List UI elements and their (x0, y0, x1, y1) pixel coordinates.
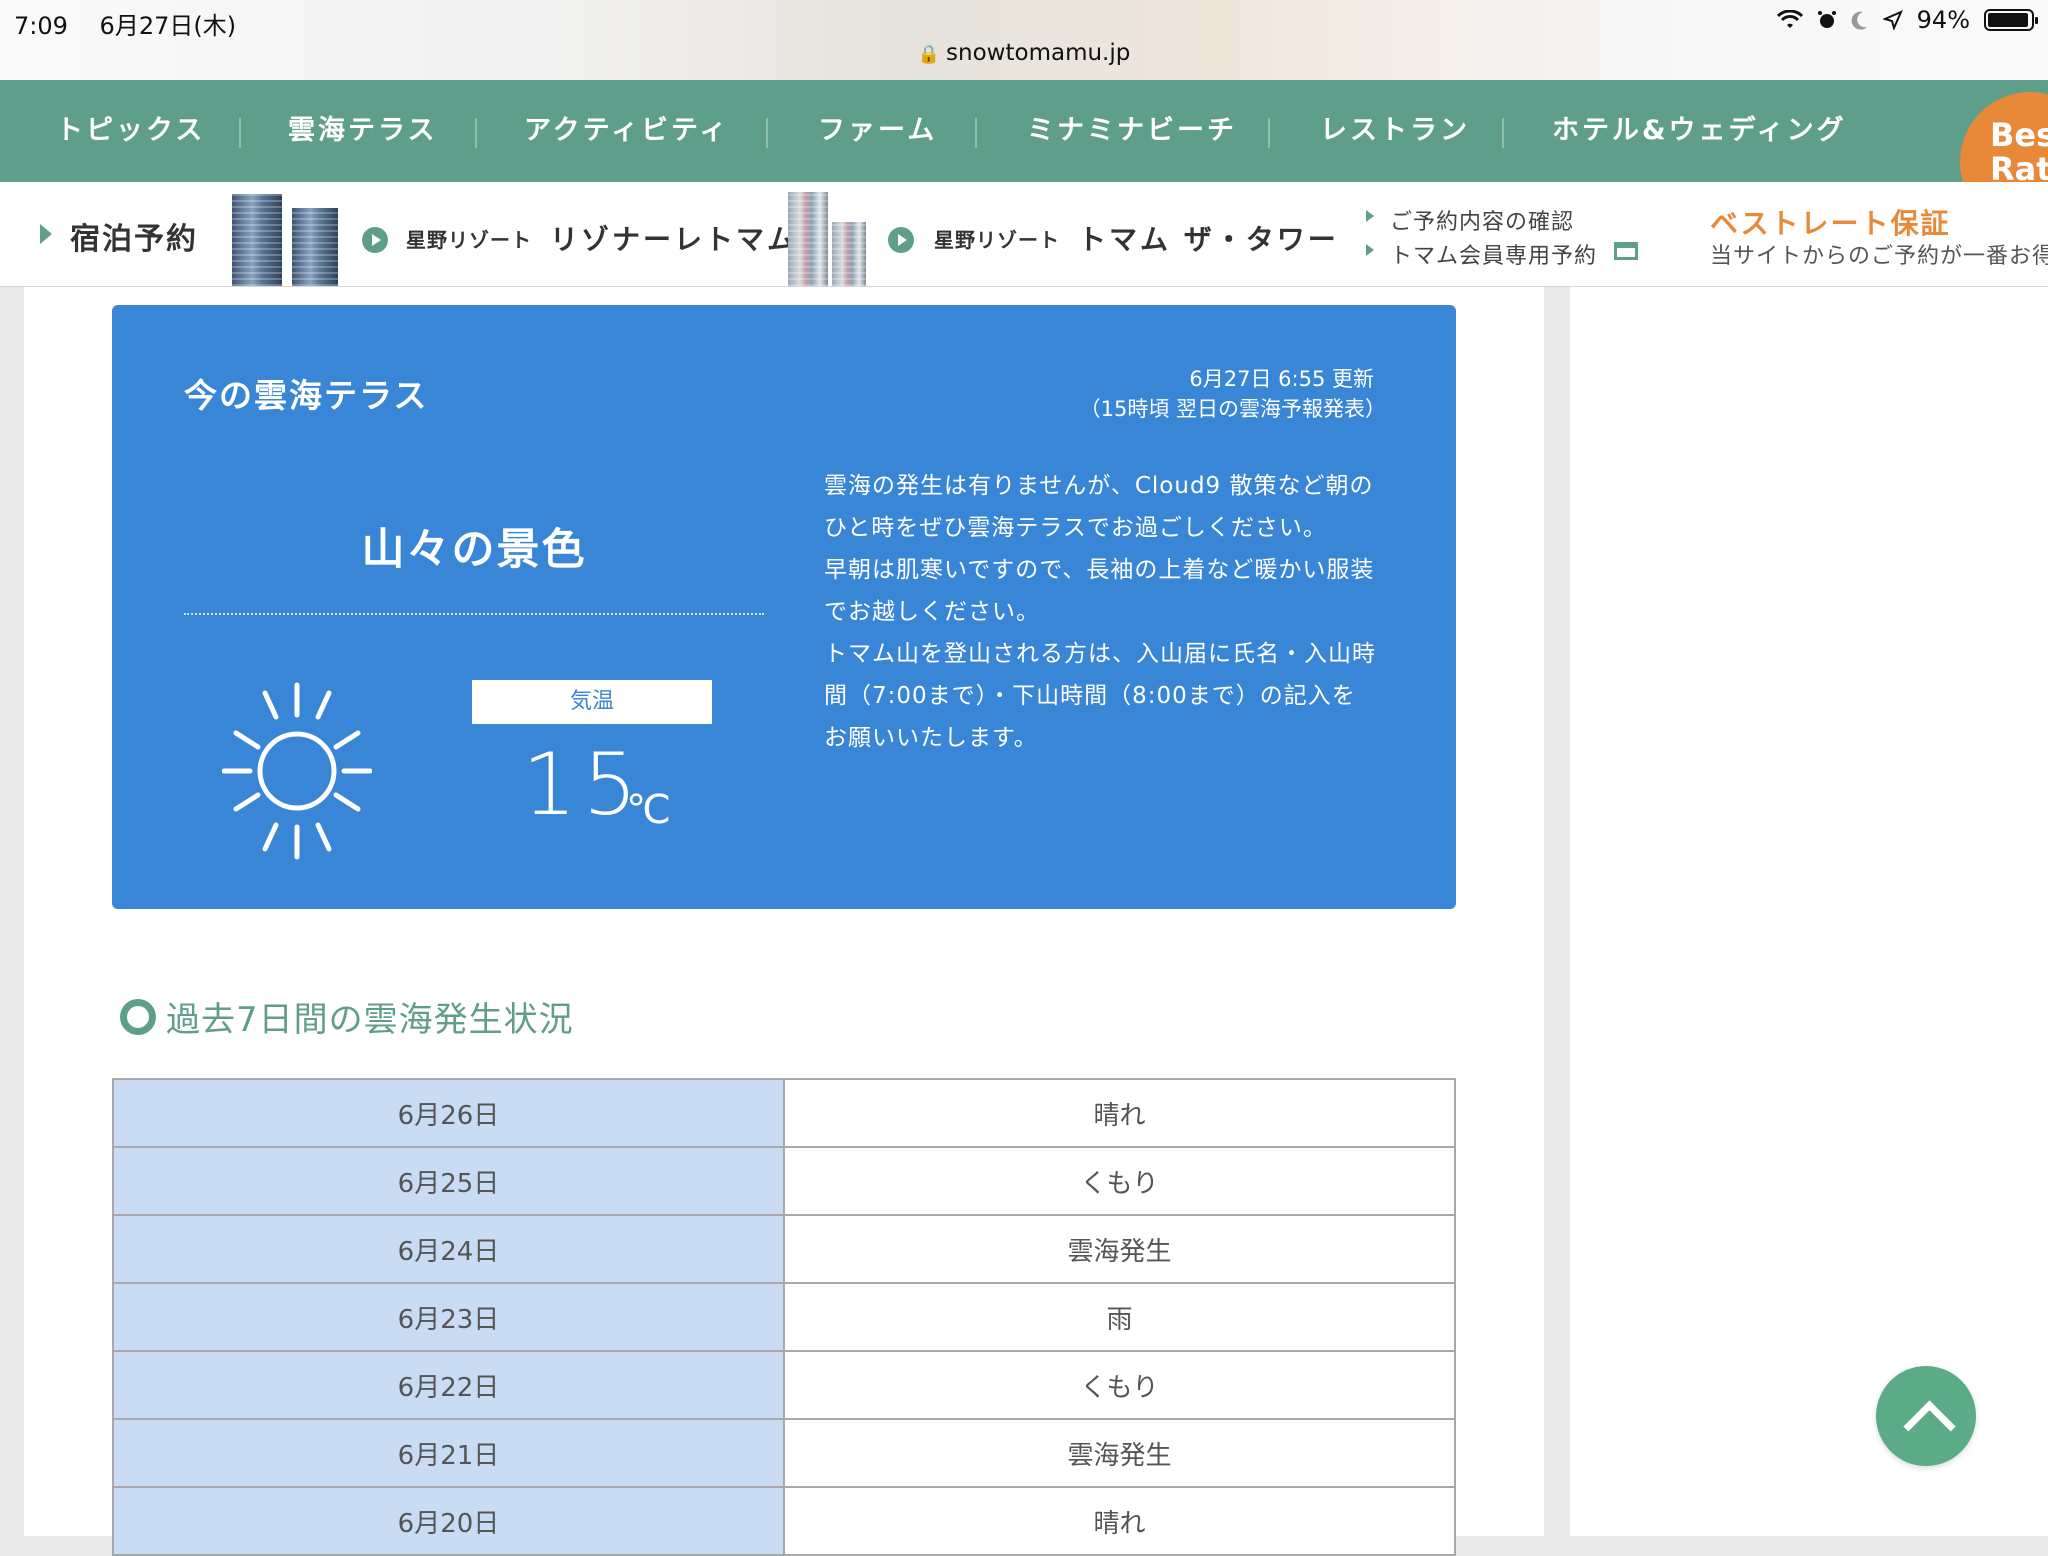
play-icon (362, 227, 388, 253)
sun-icon (222, 682, 372, 860)
best-rate-sub: 当サイトからのご予約が一番お得で (1710, 244, 2048, 269)
weather-description: 雲海の発生は有りませんが、Cloud9 散策など朝の ひと時をぜひ雲海テラスでお… (824, 473, 1376, 751)
best-rate-title[interactable]: ベストレート保証 (1710, 202, 1951, 242)
weather-updated: 6月27日 6:55 更新 (1189, 367, 1374, 391)
booking-bar: 宿泊予約 星野リゾート リゾナーレトマム 星野リゾート トマム ザ・タワー ご予… (0, 182, 2048, 287)
status-bar-left: 7:09 6月27日(木) (14, 6, 260, 41)
hotel1-name[interactable]: リゾナーレトマム (550, 218, 798, 258)
row-date: 6月25日 (112, 1146, 785, 1216)
history-section-title: 過去7日間の雲海発生状況 (120, 992, 574, 1041)
main-nav: トピックス 雲海テラス アクティビティ ファーム ミナミナビーチ レストラン ホ… (0, 80, 2048, 182)
window-icon (1614, 242, 1638, 260)
right-column (1570, 287, 2048, 1536)
hotel-image[interactable] (292, 208, 338, 286)
weather-note: （15時頃 翌日の雲海予報発表） (1079, 397, 1386, 421)
row-status: 雲海発生 (783, 1418, 1456, 1488)
check-reservation-link[interactable]: ご予約内容の確認 (1365, 204, 1574, 236)
hotel-image[interactable] (232, 194, 282, 286)
row-status: 雲海発生 (783, 1214, 1456, 1284)
nav-farm[interactable]: ファーム (818, 80, 937, 182)
row-date: 6月23日 (112, 1282, 785, 1352)
location-icon (1882, 10, 1903, 30)
hotel-image[interactable] (788, 192, 828, 286)
moon-icon (1851, 11, 1867, 30)
history-table: 6月26日 晴れ 6月25日 くもり 6月24日 雲海発生 6月23日雨 6月22日く… (112, 1078, 1456, 1556)
row-status: 雨 (783, 1282, 1456, 1352)
hotel1-brand[interactable]: 星野リゾート (406, 224, 532, 253)
browser-chrome: 7:09 6月27日(木) 94% 🔒 snowtomamu.jp (0, 0, 2048, 81)
nav-topics[interactable]: トピックス (56, 80, 205, 182)
table-row: 6月23日雨 (112, 1282, 1456, 1352)
member-booking-link[interactable]: トマム会員専用予約 (1365, 238, 1597, 270)
address-bar[interactable]: 🔒 snowtomamu.jp (0, 40, 2048, 66)
divider (184, 613, 764, 615)
wifi-icon (1776, 10, 1803, 28)
row-status: 晴れ (783, 1078, 1456, 1148)
chevron-up-icon (1903, 1400, 1956, 1453)
weather-title: 今の雲海テラス (184, 376, 429, 415)
temp-unit: ℃ (626, 787, 671, 833)
temp-label: 気温 (472, 680, 712, 724)
table-row: 6月22日 くもり (112, 1350, 1456, 1420)
row-status: くもり (783, 1350, 1456, 1420)
nav-unkai-terrace[interactable]: 雲海テラス (288, 80, 437, 182)
row-date: 6月22日 (112, 1350, 785, 1420)
row-date: 6月26日 (112, 1078, 785, 1148)
hotel2-brand[interactable]: 星野リゾート (934, 224, 1060, 253)
weather-card: 今の雲海テラス 6月27日 6:55 更新 （15時頃 翌日の雲海予報発表） 山… (112, 305, 1456, 909)
table-row: 6月26日 晴れ (112, 1078, 1456, 1148)
status-time: 7:09 (14, 12, 68, 40)
status-bar-right: 94% (1776, 6, 2038, 34)
row-status: くもり (783, 1146, 1456, 1216)
alarm-icon (1817, 11, 1836, 28)
triangle-icon (40, 224, 52, 244)
play-icon (888, 227, 914, 253)
nav-minamina-beach[interactable]: ミナミナビーチ (1027, 80, 1237, 182)
row-date: 6月21日 (112, 1418, 785, 1488)
scroll-to-top-button[interactable] (1876, 1366, 1976, 1466)
hotel-image[interactable] (832, 222, 866, 286)
nav-activity[interactable]: アクティビティ (524, 80, 729, 182)
nav-hotel-wedding[interactable]: ホテル&ウェディング (1552, 80, 1847, 182)
row-date: 6月20日 (112, 1486, 785, 1556)
url-text: snowtomamu.jp (946, 40, 1131, 66)
lock-icon: 🔒 (917, 44, 941, 65)
status-date: 6月27日(木) (99, 12, 237, 40)
ring-icon (120, 998, 156, 1035)
table-row: 6月24日 雲海発生 (112, 1214, 1456, 1284)
booking-label: 宿泊予約 (70, 222, 198, 257)
row-date: 6月24日 (112, 1214, 785, 1284)
row-status: 晴れ (783, 1486, 1456, 1556)
nav-restaurant[interactable]: レストラン (1320, 80, 1470, 182)
table-row: 6月20日 晴れ (112, 1486, 1456, 1556)
table-row: 6月21日 雲海発生 (112, 1418, 1456, 1488)
weather-condition: 山々の景色 (361, 525, 587, 575)
table-row: 6月25日 くもり (112, 1146, 1456, 1216)
battery-icon (1984, 9, 2038, 31)
battery-percent: 94% (1916, 6, 1970, 34)
hotel2-name[interactable]: トマム ザ・タワー (1078, 218, 1339, 258)
